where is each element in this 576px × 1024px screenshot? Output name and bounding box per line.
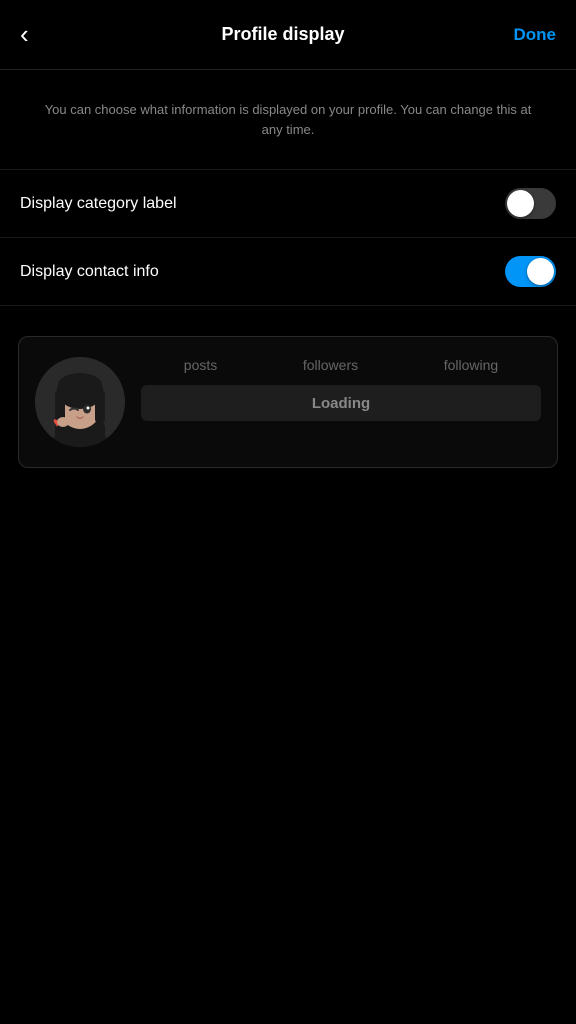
avatar-image: ♥ — [35, 357, 125, 447]
back-button[interactable]: ‹ — [20, 19, 60, 50]
profile-preview: ♥ posts followers following Loading — [35, 357, 541, 447]
page-title: Profile display — [60, 24, 506, 45]
profile-stats: posts followers following Loading — [141, 357, 541, 421]
avatar: ♥ — [35, 357, 125, 447]
profile-preview-card: ♥ posts followers following Loading — [18, 336, 558, 468]
description-text: You can choose what information is displ… — [0, 70, 576, 159]
display-category-label-toggle[interactable] — [505, 188, 556, 219]
display-contact-info-toggle[interactable] — [505, 256, 556, 287]
display-contact-info-text: Display contact info — [20, 263, 159, 281]
stat-following: following — [444, 357, 498, 373]
display-contact-info-row: Display contact info — [0, 237, 576, 306]
stat-followers: followers — [303, 357, 358, 373]
display-category-label-text: Display category label — [20, 195, 177, 213]
header: ‹ Profile display Done — [0, 0, 576, 70]
display-category-label-row: Display category label — [0, 169, 576, 237]
loading-text: Loading — [312, 395, 370, 412]
stat-posts: posts — [184, 357, 217, 373]
stats-row: posts followers following — [141, 357, 541, 373]
done-button[interactable]: Done — [506, 25, 556, 45]
loading-bar: Loading — [141, 385, 541, 421]
settings-section: Display category label Display contact i… — [0, 159, 576, 316]
